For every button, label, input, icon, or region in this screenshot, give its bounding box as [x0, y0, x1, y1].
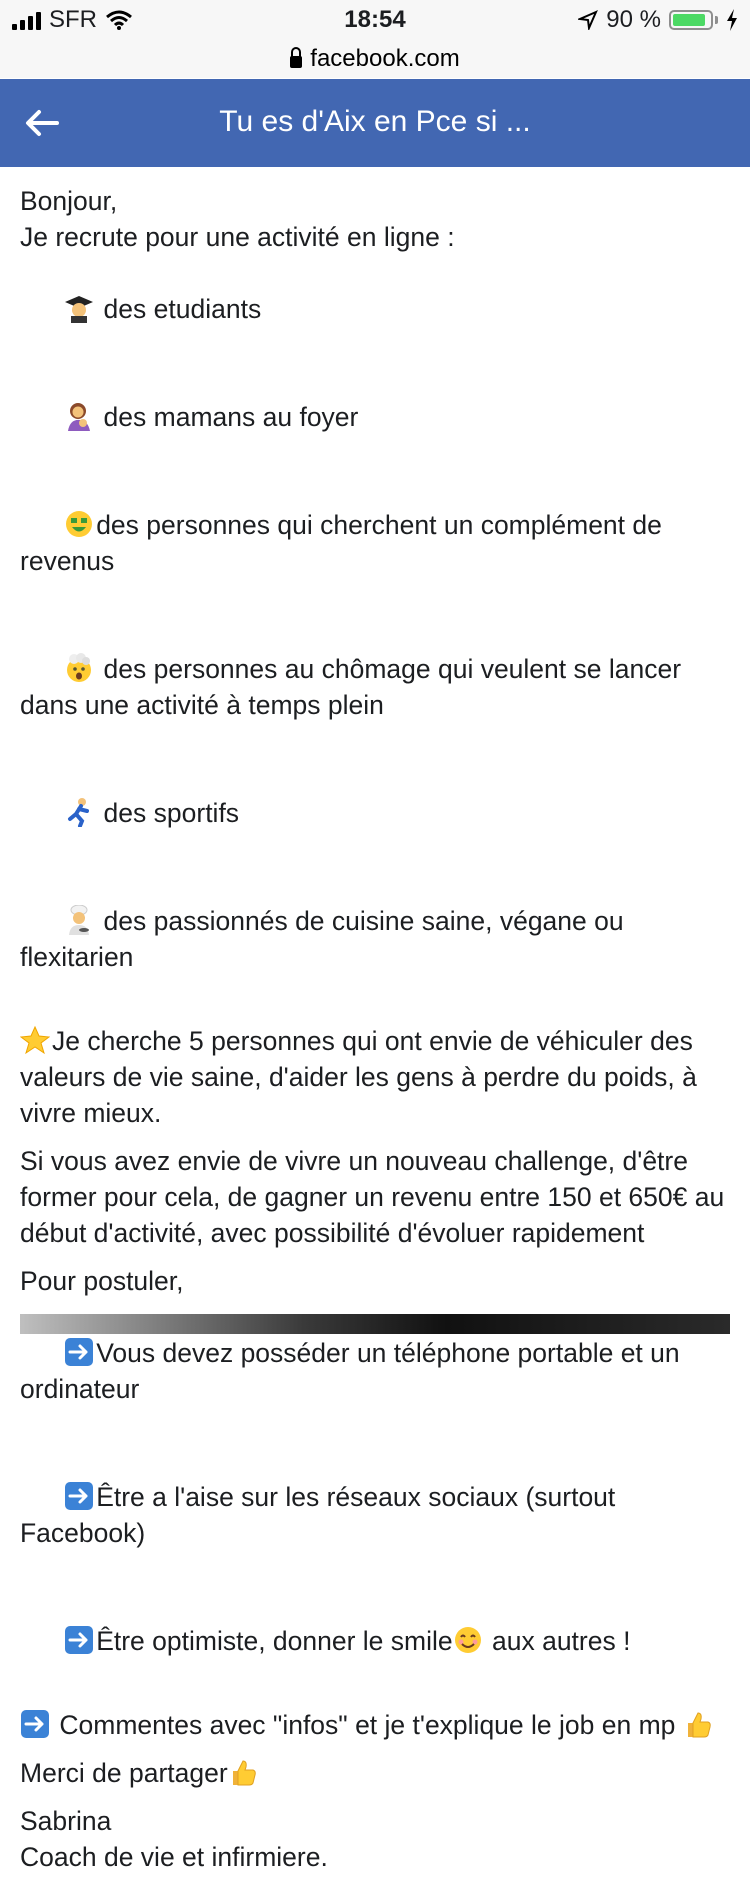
list-item: des mamans au foyer	[20, 363, 735, 471]
battery-level	[673, 14, 706, 26]
right-arrow-emoji-icon	[21, 1710, 49, 1738]
post-paragraph-search: Je cherche 5 personnes qui ont envie de …	[20, 1023, 735, 1131]
group-header: Tu es d'Aix en Pce si ...	[0, 79, 750, 167]
greeting-line: Bonjour,	[20, 186, 118, 216]
list-item-text: des personnes au chômage qui veulent se …	[20, 654, 689, 720]
recruit-line: Je recrute pour une activité en ligne :	[20, 222, 455, 252]
list-item: des sportifs	[20, 759, 735, 867]
post-paragraph-share: Merci de partager	[20, 1755, 735, 1791]
list-item: des etudiants	[20, 255, 735, 363]
list-item: des personnes au chômage qui veulent se …	[20, 615, 735, 759]
requirement-item: Être optimiste, donner le smile aux autr…	[20, 1587, 735, 1695]
post-paragraph-challenge: Si vous avez envie de vivre un nouveau c…	[20, 1146, 725, 1248]
lock-icon	[290, 47, 303, 68]
charging-bolt-icon	[727, 9, 737, 31]
post-body: Bonjour, Je recrute pour une activité en…	[20, 183, 735, 1887]
right-arrow-emoji-icon	[65, 1338, 94, 1366]
battery-tip	[715, 16, 718, 24]
athlete-emoji-icon	[68, 798, 90, 827]
list-item: des passionnés de cuisine saine, végane …	[20, 867, 735, 1011]
list-item-text: des personnes qui cherchent un complémen…	[20, 510, 670, 576]
post-photo[interactable]	[20, 1314, 730, 1334]
thumbs-up-emoji-icon	[687, 1712, 711, 1738]
star-emoji-icon	[20, 1025, 50, 1055]
list-item-text: des etudiants	[96, 294, 262, 324]
requirement-text: Vous devez posséder un téléphone portabl…	[20, 1338, 688, 1404]
mother-baby-emoji-icon	[68, 403, 91, 431]
status-right: 90 %	[578, 6, 738, 34]
post-signature: Sabrina Coach de vie et infirmiere.	[20, 1803, 735, 1875]
requirement-text-end: aux autres !	[484, 1626, 631, 1656]
location-arrow-icon	[578, 10, 599, 30]
cook-emoji-icon	[69, 905, 90, 935]
url-bar[interactable]: facebook.com	[0, 40, 750, 78]
search-text: Je cherche 5 personnes qui ont envie de …	[20, 1026, 697, 1128]
list-item-text: des mamans au foyer	[96, 402, 359, 432]
post-paragraph-intro: Bonjour, Je recrute pour une activité en…	[20, 183, 735, 1011]
battery-percentage: 90 %	[606, 6, 661, 33]
url-text: facebook.com	[310, 45, 460, 72]
right-arrow-emoji-icon	[65, 1626, 94, 1654]
list-item: des personnes qui cherchent un complémen…	[20, 471, 735, 615]
list-item-text: des passionnés de cuisine saine, végane …	[20, 906, 631, 972]
signature-name: Sabrina	[20, 1806, 112, 1836]
status-bar: SFR 18:54 90 %	[0, 0, 750, 40]
money-mouth-emoji-icon	[66, 511, 93, 537]
signature-title: Coach de vie et infirmiere.	[20, 1842, 328, 1872]
right-arrow-emoji-icon	[65, 1482, 94, 1510]
apply-heading: Pour postuler,	[20, 1266, 184, 1296]
requirement-item: Être a l'aise sur les réseaux sociaux (s…	[20, 1443, 735, 1587]
post-paragraph-comment: Commentes avec "infos" et je t'explique …	[20, 1707, 735, 1743]
comment-text: Commentes avec "infos" et je t'explique …	[52, 1710, 683, 1740]
student-emoji-icon	[65, 296, 94, 323]
group-title: Tu es d'Aix en Pce si ...	[219, 105, 531, 138]
requirement-text: Être a l'aise sur les réseaux sociaux (s…	[20, 1482, 623, 1548]
exploding-head-emoji-icon	[67, 653, 92, 682]
list-item-text: des sportifs	[96, 798, 240, 828]
thumbs-up-emoji-icon	[232, 1760, 256, 1786]
requirement-text: Être optimiste, donner le smile	[96, 1626, 453, 1656]
battery-icon	[669, 10, 713, 30]
smiling-emoji-icon	[454, 1627, 481, 1653]
share-text: Merci de partager	[20, 1758, 228, 1788]
